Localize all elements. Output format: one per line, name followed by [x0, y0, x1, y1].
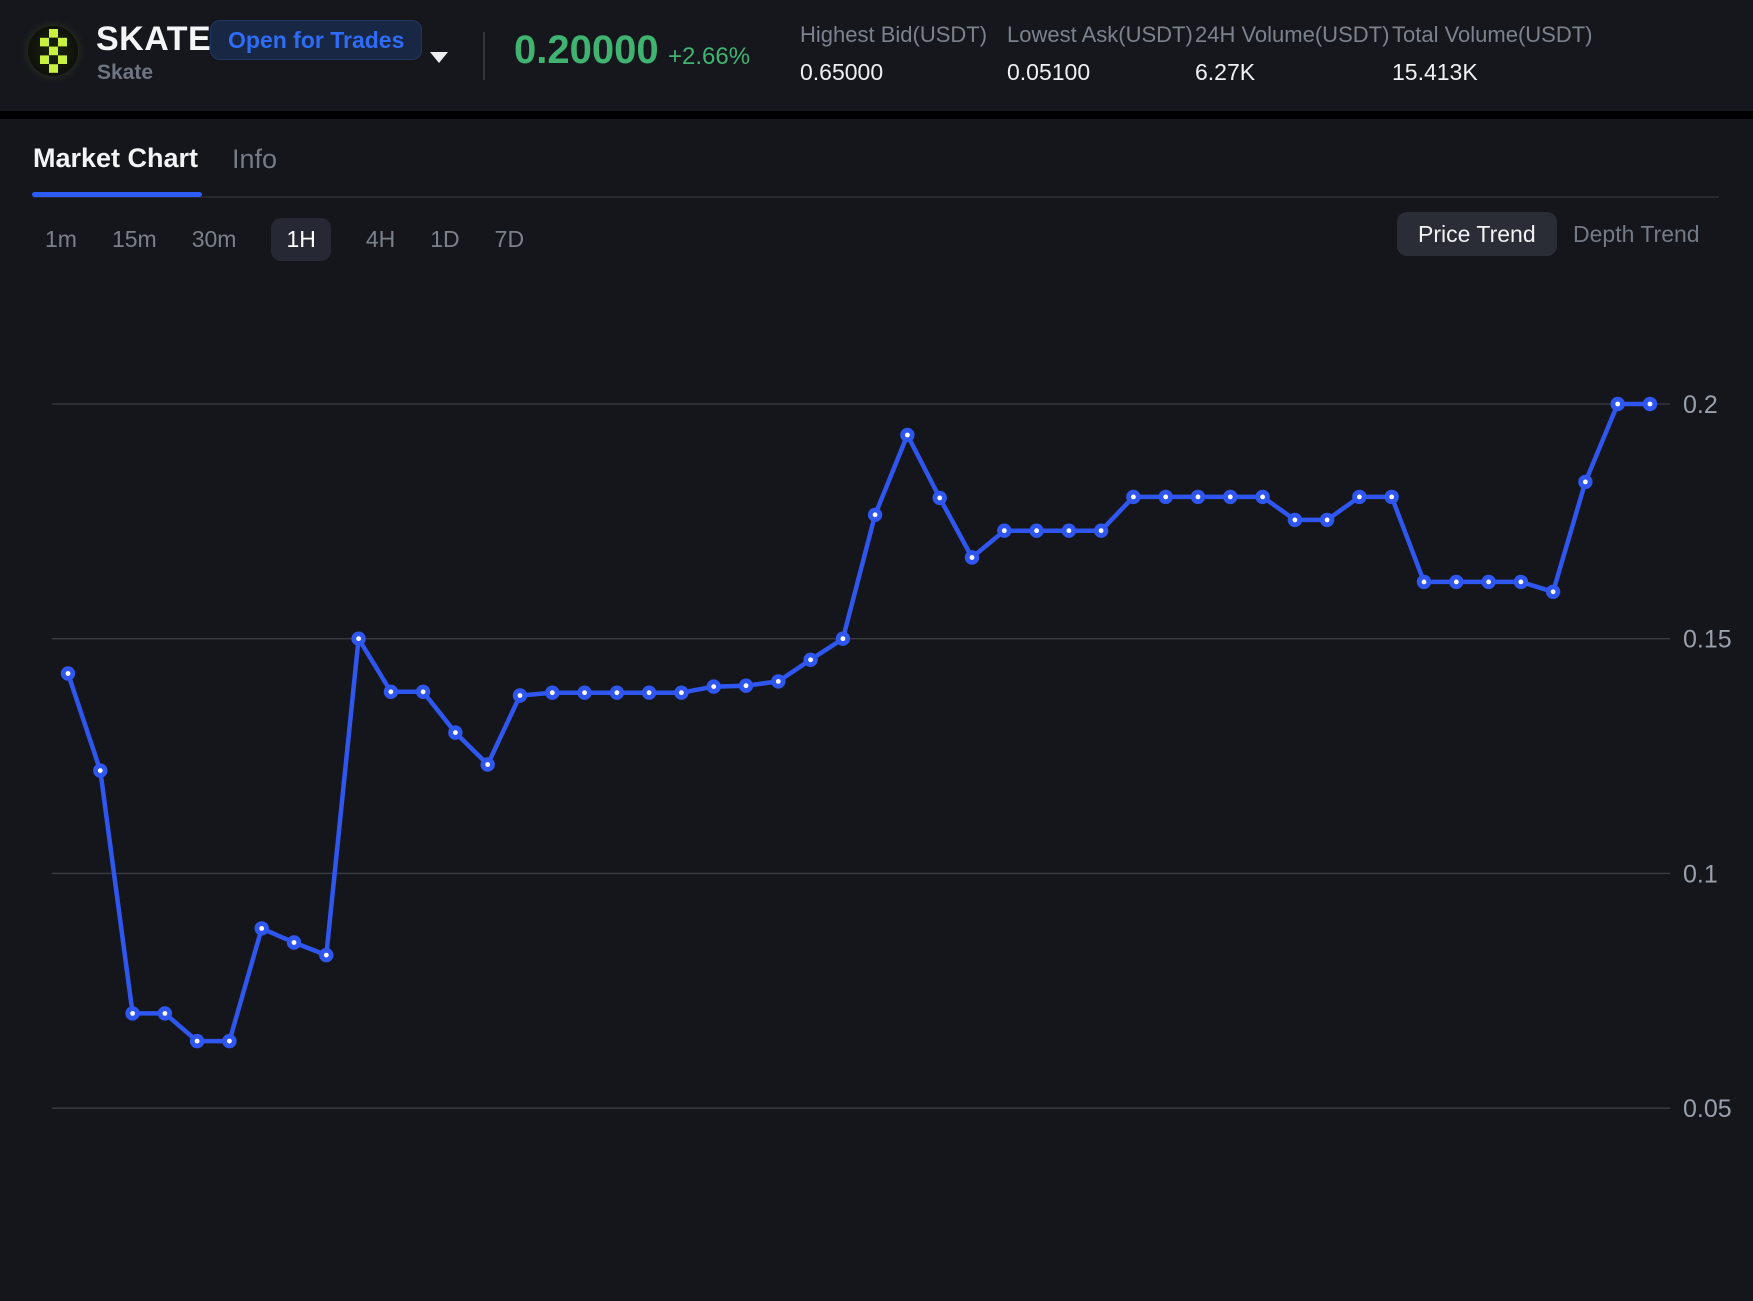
data-point-center	[195, 1039, 200, 1044]
data-point-center	[130, 1011, 135, 1016]
data-point-center	[324, 953, 329, 958]
data-point-center	[1163, 495, 1168, 500]
depth-trend-button[interactable]: Depth Trend	[1573, 212, 1700, 256]
data-point-center	[647, 690, 652, 695]
data-point-center	[66, 671, 71, 676]
y-axis-tick-label: 0.05	[1683, 1095, 1732, 1123]
interval-30m[interactable]: 30m	[192, 226, 237, 253]
price-trend-button[interactable]: Price Trend	[1397, 212, 1557, 256]
data-point-center	[970, 555, 975, 560]
stat-total-volume: Total Volume(USDT) 15.413K	[1392, 22, 1593, 86]
data-point-center	[1260, 495, 1265, 500]
data-point-center	[292, 940, 297, 945]
header-separator	[0, 111, 1753, 119]
interval-1d[interactable]: 1D	[430, 226, 459, 253]
interval-15m[interactable]: 15m	[112, 226, 157, 253]
data-point-center	[776, 679, 781, 684]
data-point-center	[711, 684, 716, 689]
data-point-center	[1196, 495, 1201, 500]
data-point-center	[1583, 480, 1588, 485]
data-point-center	[1067, 528, 1072, 533]
header-divider	[483, 32, 485, 80]
data-point-center	[1648, 402, 1653, 407]
data-point-center	[389, 689, 394, 694]
y-axis-tick-label: 0.15	[1683, 626, 1732, 654]
data-point-center	[1228, 495, 1233, 500]
interval-selector: 1m 15m 30m 1H 4H 1D 7D	[45, 216, 524, 263]
data-point-center	[453, 730, 458, 735]
tabbar-border	[33, 196, 1719, 198]
price-trend-chart[interactable]: 0.2 0.15 0.1 0.05	[0, 265, 1753, 1265]
data-point-center	[1519, 580, 1524, 585]
data-point-center	[227, 1039, 232, 1044]
data-point-center	[1325, 518, 1330, 523]
skate-checker-glyph	[40, 29, 67, 73]
data-point-center	[1389, 495, 1394, 500]
stat-value: 6.27K	[1195, 59, 1389, 86]
token-name: Skate	[97, 61, 153, 85]
interval-1h[interactable]: 1H	[271, 218, 330, 261]
price-line	[68, 404, 1650, 1041]
y-axis-tick-label: 0.1	[1683, 860, 1718, 888]
stat-label: Lowest Ask(USDT)	[1007, 22, 1193, 48]
data-point-center	[1422, 580, 1427, 585]
data-point-center	[485, 762, 490, 767]
data-point-center	[1293, 518, 1298, 523]
data-point-center	[873, 512, 878, 517]
data-point-center	[1131, 495, 1136, 500]
data-point-center	[421, 689, 426, 694]
stat-label: 24H Volume(USDT)	[1195, 22, 1389, 48]
data-point-center	[937, 496, 942, 501]
data-point-center	[1486, 580, 1491, 585]
data-point-center	[744, 683, 749, 688]
active-tab-underline	[32, 192, 202, 197]
data-point-center	[1454, 580, 1459, 585]
data-point-center	[679, 690, 684, 695]
data-point-center	[1099, 528, 1104, 533]
data-point-center	[356, 636, 361, 641]
interval-7d[interactable]: 7D	[495, 226, 524, 253]
stat-value: 0.65000	[800, 59, 987, 86]
data-point-center	[1002, 528, 1007, 533]
interval-1m[interactable]: 1m	[45, 226, 77, 253]
caret-down-icon[interactable]	[430, 52, 448, 63]
stat-label: Total Volume(USDT)	[1392, 22, 1593, 48]
data-point-center	[1551, 589, 1556, 594]
interval-4h[interactable]: 4H	[366, 226, 395, 253]
current-price: 0.20000	[514, 28, 659, 73]
data-point-center	[98, 768, 103, 773]
data-point-center	[1615, 402, 1620, 407]
skate-logo-icon	[28, 26, 78, 76]
status-badge: Open for Trades	[210, 20, 422, 60]
token-symbol: SKATE	[96, 20, 211, 59]
price-change-percent: +2.66%	[668, 43, 750, 71]
data-point-center	[841, 636, 846, 641]
stat-value: 0.05100	[1007, 59, 1193, 86]
stat-highest-bid: Highest Bid(USDT) 0.65000	[800, 22, 987, 86]
y-axis-tick-label: 0.2	[1683, 391, 1718, 419]
stat-lowest-ask: Lowest Ask(USDT) 0.05100	[1007, 22, 1193, 86]
data-point-center	[163, 1011, 168, 1016]
data-point-center	[1034, 528, 1039, 533]
data-point-center	[259, 926, 264, 931]
data-point-center	[1357, 495, 1362, 500]
stat-24h-volume: 24H Volume(USDT) 6.27K	[1195, 22, 1389, 86]
market-header: SKATE Open for Trades Skate 0.20000 +2.6…	[0, 0, 1753, 111]
tab-info[interactable]: Info	[232, 144, 277, 175]
data-point-center	[518, 693, 523, 698]
data-point-center	[615, 690, 620, 695]
data-point-center	[905, 433, 910, 438]
tab-market-chart[interactable]: Market Chart	[33, 143, 198, 174]
stat-value: 15.413K	[1392, 59, 1593, 86]
stat-label: Highest Bid(USDT)	[800, 22, 987, 48]
data-point-center	[550, 690, 555, 695]
data-point-center	[582, 690, 587, 695]
data-point-center	[808, 657, 813, 662]
